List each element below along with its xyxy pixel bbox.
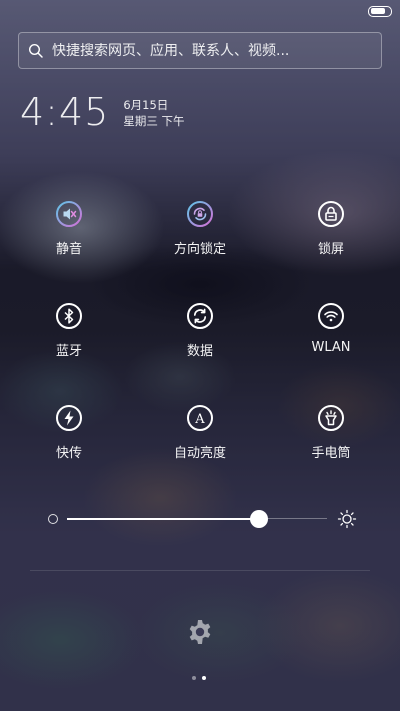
toggle-quick-transfer[interactable]: 快传 bbox=[4, 404, 134, 484]
divider bbox=[30, 570, 370, 571]
battery-icon bbox=[368, 5, 392, 17]
brightness-thumb[interactable] bbox=[250, 510, 269, 528]
control-center: 4:45 6月15日 星期三 下午 静音 bbox=[0, 0, 400, 711]
toggle-label: 手电筒 bbox=[311, 446, 351, 461]
lock-screen-icon bbox=[318, 201, 344, 227]
settings-gear-icon[interactable] bbox=[186, 618, 214, 646]
brightness-high-icon bbox=[337, 509, 357, 529]
quick-transfer-icon bbox=[56, 405, 82, 431]
toggle-label: 快传 bbox=[55, 446, 82, 461]
page-dot bbox=[192, 676, 196, 680]
flashlight-icon bbox=[318, 405, 344, 431]
toggle-wlan[interactable]: WLAN bbox=[266, 302, 396, 382]
page-indicator bbox=[192, 676, 206, 680]
mobile-data-icon bbox=[187, 303, 213, 329]
toggle-bluetooth[interactable]: 蓝牙 bbox=[4, 302, 134, 382]
toggle-label: WLAN bbox=[311, 340, 351, 355]
brightness-low-icon bbox=[48, 514, 58, 524]
clock-weekday: 星期三 下午 bbox=[123, 114, 185, 128]
toggle-rotation-lock[interactable]: 方向锁定 bbox=[135, 200, 265, 280]
search-icon bbox=[28, 43, 43, 58]
brightness-fill bbox=[67, 518, 260, 520]
brightness-slider[interactable] bbox=[45, 505, 357, 533]
auto-brightness-icon: A bbox=[187, 405, 213, 431]
toggle-auto-brightness[interactable]: A 自动亮度 bbox=[135, 404, 265, 484]
toggle-label: 方向锁定 bbox=[173, 242, 226, 257]
toggle-mobile-data[interactable]: 数据 bbox=[135, 302, 265, 382]
rotation-lock-icon bbox=[187, 201, 213, 227]
svg-text:A: A bbox=[194, 412, 205, 427]
toggle-label: 静音 bbox=[55, 242, 82, 257]
mute-icon bbox=[56, 201, 82, 227]
bluetooth-icon bbox=[56, 303, 82, 329]
toggle-label: 自动亮度 bbox=[173, 446, 226, 461]
toggle-mute[interactable]: 静音 bbox=[4, 200, 134, 280]
toggle-flashlight[interactable]: 手电筒 bbox=[266, 404, 396, 484]
search-bar[interactable] bbox=[18, 32, 382, 69]
page-dot-active bbox=[202, 676, 206, 680]
toggle-label: 蓝牙 bbox=[55, 344, 82, 359]
search-input[interactable] bbox=[52, 42, 372, 59]
toggle-lock-screen[interactable]: 锁屏 bbox=[266, 200, 396, 280]
status-bar bbox=[368, 4, 392, 18]
wifi-icon bbox=[318, 303, 344, 329]
clock-date: 6月15日 bbox=[123, 98, 169, 112]
clock-time: 4:45 bbox=[20, 90, 110, 134]
toggle-label: 数据 bbox=[186, 344, 213, 359]
toggle-label: 锁屏 bbox=[317, 242, 344, 257]
clock-widget[interactable]: 4:45 6月15日 星期三 下午 bbox=[20, 92, 185, 132]
